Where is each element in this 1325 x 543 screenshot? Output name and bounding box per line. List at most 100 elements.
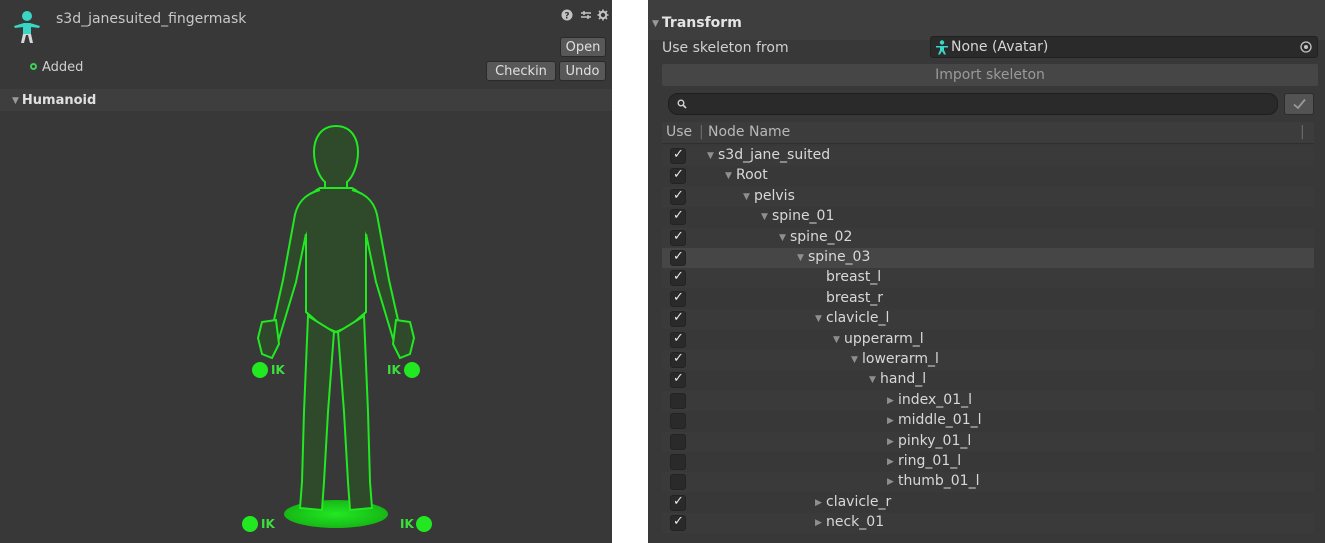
use-checkbox[interactable]: ✓: [670, 147, 686, 164]
transform-foldout[interactable]: ▼ Transform: [652, 15, 742, 31]
expand-arrow-icon[interactable]: ▼: [761, 212, 772, 222]
use-checkbox[interactable]: [670, 474, 686, 491]
column-resize-handle[interactable]: |: [1300, 124, 1305, 140]
object-picker-icon[interactable]: [1300, 41, 1312, 53]
tree-row[interactable]: ✓ ▼ spine_03: [662, 248, 1314, 268]
use-checkbox[interactable]: ✓: [670, 310, 686, 328]
expand-arrow-icon[interactable]: ▼: [743, 192, 754, 202]
node-search-field[interactable]: [668, 93, 1278, 115]
left-leg-mask-part[interactable]: [298, 314, 336, 512]
use-checkbox[interactable]: ✓: [670, 494, 686, 511]
gear-icon[interactable]: [597, 9, 609, 21]
tree-row[interactable]: ✓ ▶ neck_01: [662, 513, 1314, 534]
expand-arrow-icon[interactable]: ▼: [707, 151, 718, 161]
tree-node[interactable]: ▶ clavicle_r: [815, 494, 891, 510]
tree-row[interactable]: ✓ ▼ clavicle_l: [662, 309, 1314, 330]
expand-arrow-icon[interactable]: ▼: [779, 233, 790, 243]
use-checkbox[interactable]: ✓: [670, 351, 686, 368]
collapse-arrow-icon[interactable]: ▶: [815, 518, 826, 528]
collapse-arrow-icon[interactable]: ▶: [887, 457, 898, 467]
open-button[interactable]: Open: [560, 37, 606, 57]
tree-node[interactable]: ▼ spine_01: [761, 208, 834, 224]
tree-row[interactable]: ✓ ▼ spine_01: [662, 207, 1314, 228]
right-hand-ik-toggle[interactable]: [404, 362, 420, 378]
use-checkbox[interactable]: ✓: [670, 269, 686, 287]
humanoid-body-diagram[interactable]: [0, 112, 612, 543]
help-icon[interactable]: ?: [561, 9, 573, 21]
use-checkbox[interactable]: ✓: [670, 249, 686, 266]
use-checkbox[interactable]: ✓: [670, 371, 686, 389]
tree-row[interactable]: ▶ index_01_l: [662, 390, 1314, 411]
use-checkbox[interactable]: ✓: [670, 514, 686, 532]
expand-arrow-icon[interactable]: ▼: [851, 355, 862, 365]
tree-row[interactable]: ✓ ▼ Root: [662, 166, 1314, 187]
tree-node[interactable]: breast_r: [815, 290, 883, 306]
tree-node[interactable]: ▼ pelvis: [743, 188, 795, 204]
transform-section-header[interactable]: [648, 0, 1325, 40]
import-skeleton-button[interactable]: Import skeleton: [662, 64, 1318, 86]
tree-row[interactable]: ✓ ▼ upperarm_l: [662, 329, 1314, 350]
humanoid-foldout[interactable]: ▼ Humanoid: [12, 93, 96, 108]
expand-arrow-icon[interactable]: ▼: [833, 335, 844, 345]
left-hand-mask-part[interactable]: [256, 318, 281, 360]
use-checkbox[interactable]: [670, 433, 686, 450]
undo-button[interactable]: Undo: [559, 61, 606, 81]
use-checkbox[interactable]: [670, 392, 686, 409]
right-leg-mask-part[interactable]: [336, 314, 374, 512]
tree-node[interactable]: breast_l: [815, 269, 881, 285]
expand-arrow-icon[interactable]: ▼: [725, 171, 736, 181]
tree-node[interactable]: ▶ ring_01_l: [887, 453, 961, 469]
head-mask-part[interactable]: [312, 124, 360, 189]
tree-node[interactable]: ▼ Root: [725, 167, 768, 183]
tree-row[interactable]: ▶ pinky_01_l: [662, 431, 1314, 452]
use-checkbox[interactable]: ✓: [670, 208, 686, 226]
left-foot-ik-toggle[interactable]: [242, 516, 258, 532]
use-checkbox[interactable]: ✓: [670, 229, 686, 246]
body-mask-part[interactable]: [305, 187, 367, 334]
tree-node[interactable]: ▶ middle_01_l: [887, 412, 982, 428]
preset-icon[interactable]: [580, 9, 592, 21]
tree-node[interactable]: ▶ index_01_l: [887, 392, 972, 408]
tree-row[interactable]: ✓ ▶ clavicle_r: [662, 492, 1314, 513]
expand-arrow-icon[interactable]: ▼: [797, 253, 808, 263]
tree-row[interactable]: ✓ ▼ pelvis: [662, 186, 1314, 207]
tree-row[interactable]: ▶ middle_01_l: [662, 411, 1314, 432]
tree-node[interactable]: ▼ clavicle_l: [815, 310, 889, 326]
collapse-arrow-icon[interactable]: ▶: [887, 416, 898, 426]
right-hand-mask-part[interactable]: [391, 318, 416, 360]
collapse-arrow-icon[interactable]: ▶: [887, 477, 898, 487]
humanoid-mask-view[interactable]: IK IK IK IK: [0, 112, 612, 543]
expand-arrow-icon[interactable]: ▼: [869, 375, 880, 385]
tree-node[interactable]: ▶ thumb_01_l: [887, 473, 979, 489]
left-hand-ik-toggle[interactable]: [252, 362, 268, 378]
tree-row[interactable]: ✓ breast_l: [662, 268, 1314, 289]
checkin-button[interactable]: Checkin: [486, 61, 556, 81]
tree-row[interactable]: ✓ ▼ lowerarm_l: [662, 350, 1314, 370]
use-checkbox[interactable]: ✓: [670, 331, 686, 348]
tree-node[interactable]: ▼ lowerarm_l: [851, 351, 939, 367]
tree-node[interactable]: ▼ spine_02: [779, 229, 852, 245]
tree-node[interactable]: ▼ spine_03: [797, 249, 870, 265]
tree-row[interactable]: ▶ ring_01_l: [662, 452, 1314, 472]
right-foot-ik-toggle[interactable]: [416, 516, 432, 532]
tree-node[interactable]: ▶ pinky_01_l: [887, 433, 971, 449]
tree-node[interactable]: ▶ neck_01: [815, 514, 884, 530]
tree-node[interactable]: ▼ s3d_jane_suited: [707, 147, 830, 163]
use-checkbox[interactable]: [670, 413, 686, 430]
tree-node[interactable]: ▼ upperarm_l: [833, 331, 924, 347]
tree-row[interactable]: ✓ ▼ hand_l: [662, 370, 1314, 391]
tree-row[interactable]: ✓ ▼ s3d_jane_suited: [662, 146, 1314, 166]
collapse-arrow-icon[interactable]: ▶: [887, 396, 898, 406]
use-checkbox[interactable]: ✓: [670, 290, 686, 307]
tree-row[interactable]: ✓ breast_r: [662, 288, 1314, 309]
collapse-arrow-icon[interactable]: ▶: [815, 498, 826, 508]
skeleton-object-field[interactable]: None (Avatar): [930, 36, 1318, 58]
tree-node[interactable]: ▼ hand_l: [869, 371, 926, 387]
tree-row[interactable]: ✓ ▼ spine_02: [662, 227, 1314, 248]
use-checkbox[interactable]: ✓: [670, 167, 686, 185]
tree-row[interactable]: ▶ thumb_01_l: [662, 472, 1314, 493]
expand-arrow-icon[interactable]: ▼: [815, 314, 826, 324]
apply-filter-button[interactable]: [1284, 93, 1314, 115]
collapse-arrow-icon[interactable]: ▶: [887, 437, 898, 447]
use-checkbox[interactable]: [670, 454, 686, 470]
